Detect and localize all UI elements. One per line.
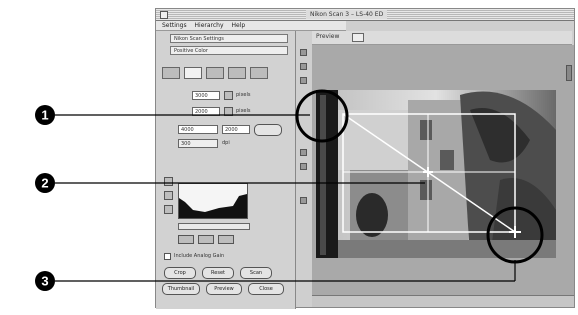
callout-badge-2: 2 xyxy=(35,173,55,193)
callout-number-3: 3 xyxy=(41,274,48,289)
callout-badge-1: 1 xyxy=(35,105,55,125)
screenshot-stage: Nikon Scan 3 – LS-40 ED Settings Hierarc… xyxy=(0,0,578,315)
callout-number-2: 2 xyxy=(41,176,48,191)
callout-badge-3: 3 xyxy=(35,271,55,291)
callout-number-1: 1 xyxy=(41,108,48,123)
overlay-layer: 1 2 3 xyxy=(35,89,556,291)
